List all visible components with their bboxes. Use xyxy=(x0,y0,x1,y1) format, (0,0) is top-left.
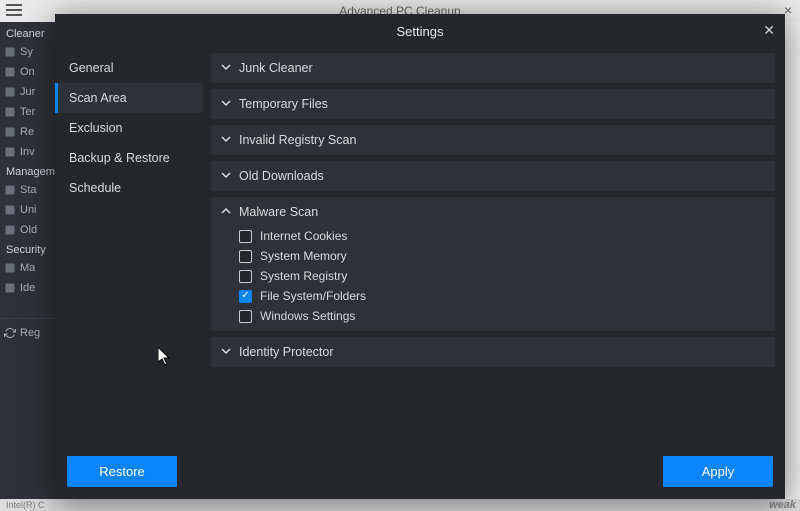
nav-item-scan-area[interactable]: Scan Area xyxy=(55,83,203,113)
chevron-down-icon xyxy=(221,61,231,75)
chevron-down-icon xyxy=(221,169,231,183)
section-old-downloads: Old Downloads xyxy=(211,161,775,191)
settings-modal: Settings ✕ GeneralScan AreaExclusionBack… xyxy=(55,14,785,499)
section-malware-scan: Malware Scan Internet Cookies System Memor… xyxy=(211,197,775,331)
section-header[interactable]: Malware Scan xyxy=(211,197,775,227)
option-row: Windows Settings xyxy=(239,309,765,323)
option-row: System Registry xyxy=(239,269,765,283)
option-label: Windows Settings xyxy=(260,309,355,323)
chevron-down-icon xyxy=(221,97,231,111)
close-icon[interactable]: ✕ xyxy=(763,22,775,39)
section-junk-cleaner: Junk Cleaner xyxy=(211,53,775,83)
section-body: Internet Cookies System Memory System Regi… xyxy=(211,227,775,331)
nav-item-backup-restore[interactable]: Backup & Restore xyxy=(55,143,203,173)
option-row: File System/Folders xyxy=(239,289,765,303)
section-temporary-files: Temporary Files xyxy=(211,89,775,119)
option-row: System Memory xyxy=(239,249,765,263)
app-window: Advanced PC Cleanup × Cleaner SyOnJurTer… xyxy=(0,0,800,511)
checkbox[interactable] xyxy=(239,310,252,323)
chevron-down-icon xyxy=(221,345,231,359)
chevron-down-icon xyxy=(221,133,231,147)
settings-nav: GeneralScan AreaExclusionBackup & Restor… xyxy=(55,47,203,446)
checkbox[interactable] xyxy=(239,290,252,303)
restore-button[interactable]: Restore xyxy=(67,456,177,487)
section-identity-protector: Identity Protector xyxy=(211,337,775,367)
option-row: Internet Cookies xyxy=(239,229,765,243)
section-header[interactable]: Invalid Registry Scan xyxy=(211,125,775,155)
section-label: Junk Cleaner xyxy=(239,61,313,75)
section-header[interactable]: Junk Cleaner xyxy=(211,53,775,83)
section-header[interactable]: Identity Protector xyxy=(211,337,775,367)
nav-item-general[interactable]: General xyxy=(55,53,203,83)
checkbox[interactable] xyxy=(239,230,252,243)
option-label: System Memory xyxy=(260,249,347,263)
section-label: Invalid Registry Scan xyxy=(239,133,356,147)
section-label: Identity Protector xyxy=(239,345,334,359)
nav-item-schedule[interactable]: Schedule xyxy=(55,173,203,203)
modal-title: Settings ✕ xyxy=(55,14,785,47)
modal-title-text: Settings xyxy=(397,24,444,39)
section-header[interactable]: Old Downloads xyxy=(211,161,775,191)
chevron-up-icon xyxy=(221,205,231,219)
settings-content: Junk Cleaner Temporary Files Invalid Regis… xyxy=(203,47,785,446)
checkbox[interactable] xyxy=(239,270,252,283)
section-label: Temporary Files xyxy=(239,97,328,111)
section-label: Old Downloads xyxy=(239,169,324,183)
section-invalid-registry-scan: Invalid Registry Scan xyxy=(211,125,775,155)
section-label: Malware Scan xyxy=(239,205,318,219)
option-label: System Registry xyxy=(260,269,347,283)
modal-overlay: Settings ✕ GeneralScan AreaExclusionBack… xyxy=(0,0,800,511)
option-label: File System/Folders xyxy=(260,289,366,303)
apply-button[interactable]: Apply xyxy=(663,456,773,487)
nav-item-exclusion[interactable]: Exclusion xyxy=(55,113,203,143)
option-label: Internet Cookies xyxy=(260,229,347,243)
checkbox[interactable] xyxy=(239,250,252,263)
section-header[interactable]: Temporary Files xyxy=(211,89,775,119)
